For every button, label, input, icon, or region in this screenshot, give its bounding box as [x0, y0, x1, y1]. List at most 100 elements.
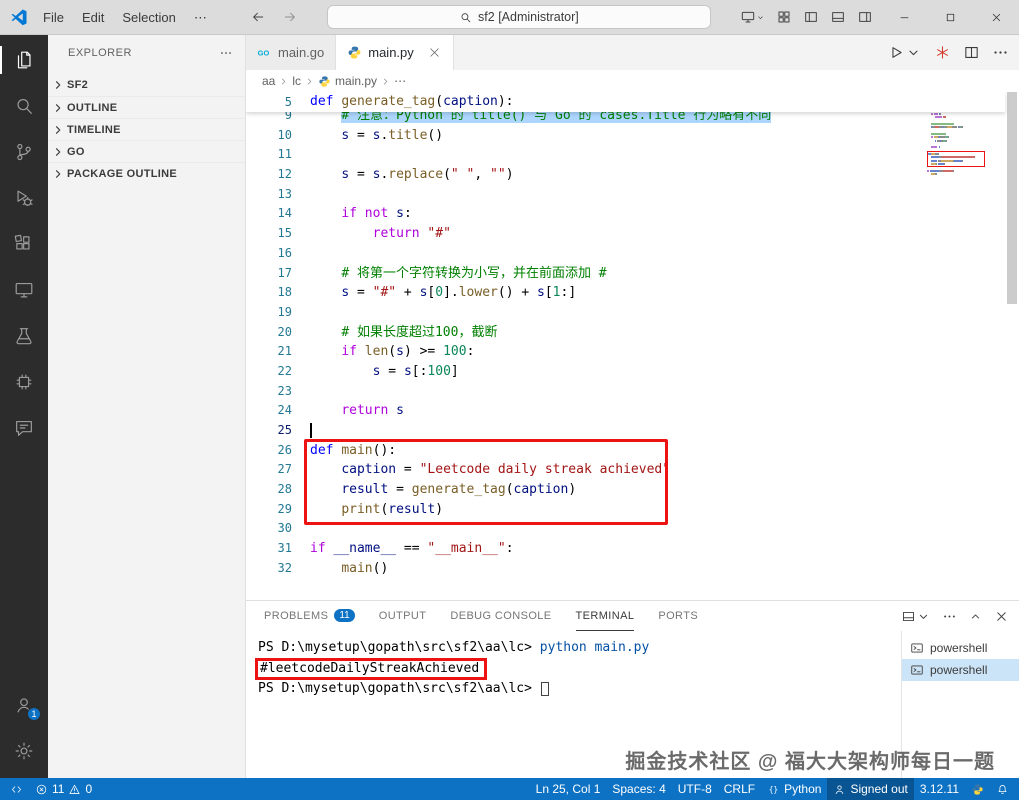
panel-tab-terminal[interactable]: TERMINAL [575, 601, 635, 631]
chevron-down-icon [916, 609, 931, 624]
explorer-section-timeline[interactable]: TIMELINE [48, 118, 245, 140]
terminal-views-button[interactable] [901, 609, 931, 624]
more-actions-button[interactable] [942, 609, 957, 624]
more-actions-icon[interactable] [219, 46, 233, 60]
toggle-secondary-sidebar-button[interactable] [857, 9, 873, 25]
code-token: caption [443, 94, 498, 109]
menu-more[interactable]: ⋯ [185, 0, 216, 35]
activity-chat[interactable] [0, 405, 48, 451]
terminal-line[interactable]: PS D:\mysetup\gopath\src\sf2\aa\lc> pyth… [258, 639, 901, 657]
terminal-instance[interactable]: powershell [902, 637, 1019, 659]
close-panel-button[interactable] [994, 609, 1009, 624]
code-line-31[interactable]: 31 if __name__ == "__main__": [246, 539, 1019, 559]
status-eol[interactable]: CRLF [718, 778, 761, 800]
remote-indicator[interactable] [4, 778, 29, 800]
panel-tab-ports[interactable]: PORTS [658, 601, 698, 631]
maximize-button[interactable] [927, 0, 973, 35]
status-encoding[interactable]: UTF-8 [672, 778, 718, 800]
activity-hardware-tools[interactable] [0, 359, 48, 405]
panel-tab-debug-console[interactable]: DEBUG CONSOLE [450, 601, 551, 631]
status-signed-out[interactable]: Signed out [827, 778, 914, 800]
breadcrumb-item[interactable]: lc [292, 74, 301, 88]
activity-source-control[interactable] [0, 129, 48, 175]
close-button[interactable] [973, 0, 1019, 35]
code-line-25[interactable]: 25 [246, 421, 1019, 441]
activity-accounts[interactable]: 1 [0, 682, 48, 728]
editor-scrollbar[interactable] [1005, 92, 1019, 600]
activity-run-and-debug[interactable] [0, 175, 48, 221]
menu-edit[interactable]: Edit [73, 0, 113, 35]
breadcrumb-item[interactable]: ⋯ [394, 74, 406, 88]
activity-settings[interactable] [0, 728, 48, 774]
terminal-line[interactable]: #leetcodeDailyStreakAchieved [255, 657, 901, 680]
code-line-20[interactable]: 20 # 如果长度超过100，截断 [246, 323, 1019, 343]
code-line-12[interactable]: 12 s = s.replace(" ", "") [246, 165, 1019, 185]
status-language-mode[interactable]: {} Python [761, 778, 827, 800]
terminal-instance[interactable]: powershell [902, 659, 1019, 681]
code-line-16[interactable]: 16 [246, 244, 1019, 264]
code-line-27[interactable]: 27 caption = "Leetcode daily streak achi… [246, 460, 1019, 480]
terminal[interactable]: PS D:\mysetup\gopath\src\sf2\aa\lc> pyth… [246, 631, 901, 778]
menu-selection[interactable]: Selection [113, 0, 184, 35]
close-tab-icon[interactable] [427, 45, 442, 60]
minimize-button[interactable] [881, 0, 927, 35]
more-actions-button[interactable] [992, 44, 1009, 61]
code-line-29[interactable]: 29 print(result) [246, 500, 1019, 520]
forward-button[interactable] [282, 9, 298, 25]
tab-main.go[interactable]: GO main.go [246, 35, 337, 70]
panel-tab-output[interactable]: OUTPUT [379, 601, 427, 631]
code-line-22[interactable]: 22 s = s[:100] [246, 362, 1019, 382]
code-line-17[interactable]: 17 # 将第一个字符转换为小写，并在前面添加 # [246, 264, 1019, 284]
panel-tab-problems[interactable]: PROBLEMS 11 [264, 601, 355, 631]
customize-layout-button[interactable] [776, 9, 792, 25]
split-editor-button[interactable] [963, 44, 980, 61]
back-button[interactable] [250, 9, 266, 25]
code-line-18[interactable]: 18 s = "#" + s[0].lower() + s[1:] [246, 283, 1019, 303]
problems-status[interactable]: 11 0 [29, 778, 98, 800]
toggle-primary-sidebar-button[interactable] [803, 9, 819, 25]
code-line-15[interactable]: 15 return "#" [246, 224, 1019, 244]
status-indentation[interactable]: Spaces: 4 [606, 778, 671, 800]
explorer-section-go[interactable]: GO [48, 140, 245, 162]
code-line-32[interactable]: 32 main() [246, 559, 1019, 579]
status-cursor-position[interactable]: Ln 25, Col 1 [530, 778, 607, 800]
code-line-28[interactable]: 28 result = generate_tag(caption) [246, 480, 1019, 500]
explorer-section-outline[interactable]: OUTLINE [48, 96, 245, 118]
activity-remote-explorer[interactable] [0, 267, 48, 313]
run-python-file-button[interactable] [888, 44, 922, 61]
code-line-24[interactable]: 24 return s [246, 401, 1019, 421]
code-line-26[interactable]: 26 def main(): [246, 441, 1019, 461]
terminal-line[interactable]: PS D:\mysetup\gopath\src\sf2\aa\lc> [258, 680, 901, 698]
code-line-23[interactable]: 23 [246, 382, 1019, 402]
breadcrumb-item[interactable]: aa [262, 74, 275, 88]
layout-controls-button[interactable] [740, 9, 765, 25]
code-line-11[interactable]: 11 [246, 145, 1019, 165]
minimap[interactable] [927, 96, 1005, 306]
code-line-10[interactable]: 10 s = s.title() [246, 126, 1019, 146]
menu-file[interactable]: File [34, 0, 73, 35]
explorer-section-package-outline[interactable]: PACKAGE OUTLINE [48, 162, 245, 184]
status-python-extension[interactable] [965, 778, 990, 800]
code-line-19[interactable]: 19 [246, 303, 1019, 323]
status-python-version[interactable]: 3.12.11 [914, 778, 965, 800]
command-center-search[interactable]: sf2 [Administrator] [326, 5, 711, 29]
activity-search[interactable] [0, 83, 48, 129]
tab-main.py[interactable]: main.py [336, 35, 454, 70]
breadcrumb-item[interactable]: main.py [318, 74, 377, 88]
svg-text:{}: {} [769, 785, 778, 794]
code-line-13[interactable]: 13 [246, 185, 1019, 205]
activity-explorer[interactable] [0, 37, 48, 83]
code-editor[interactable]: 5 def generate_tag(caption): 9 # 注意：Pytho… [246, 92, 1019, 600]
maximize-panel-button[interactable] [968, 609, 983, 624]
status-notifications[interactable] [990, 778, 1015, 800]
toggle-panel-button[interactable] [830, 9, 846, 25]
scrollbar-thumb[interactable] [1007, 92, 1017, 304]
activity-extensions[interactable] [0, 221, 48, 267]
explorer-section-sf2[interactable]: SF2 [48, 74, 245, 96]
code-line-21[interactable]: 21 if len(s) >= 100: [246, 342, 1019, 362]
code-line-14[interactable]: 14 if not s: [246, 204, 1019, 224]
activity-testing[interactable] [0, 313, 48, 359]
line-number: 12 [277, 167, 292, 182]
extension-action-button[interactable] [934, 44, 951, 61]
code-line-30[interactable]: 30 [246, 519, 1019, 539]
